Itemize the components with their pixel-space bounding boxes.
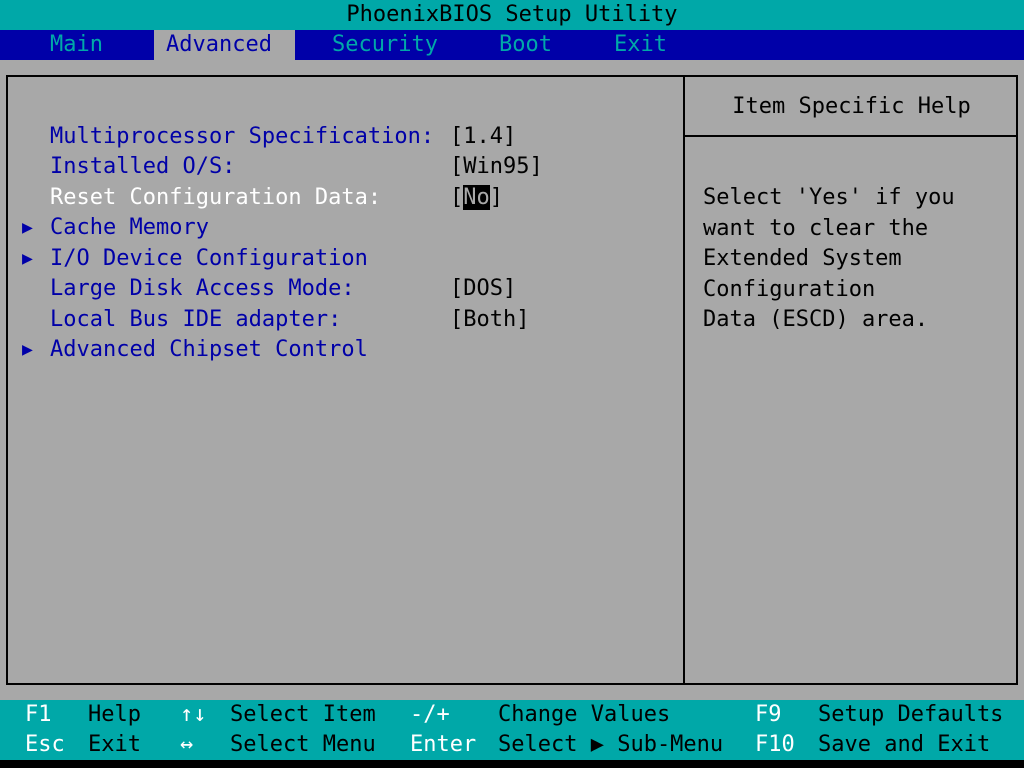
help-line: Data (ESCD) area. [703, 307, 929, 332]
key-action: Save and Exit [818, 732, 991, 757]
key-f1: F1 [25, 702, 52, 727]
setting-label: Advanced Chipset Control [50, 337, 368, 362]
submenu-arrow-icon: ▶ [22, 217, 33, 238]
gap-strip [0, 60, 1024, 75]
key-action: Select Menu [230, 732, 376, 757]
menu-bar: Main Advanced Security Boot Exit [0, 30, 1024, 60]
key-action: Change Values [498, 702, 671, 727]
submenu-arrow-icon: ▶ [22, 339, 33, 360]
menu-main[interactable]: Main [38, 30, 115, 60]
key-action: Help [88, 702, 141, 727]
help-line: Configuration [703, 276, 876, 302]
submenu-chipset[interactable]: ▶ Advanced Chipset Control [0, 335, 683, 365]
setting-label: Reset Configuration Data: [50, 185, 382, 210]
setting-local-bus[interactable]: Local Bus IDE adapter: [Both] [0, 305, 683, 335]
key-action: Select ▶ Sub-Menu [498, 732, 724, 757]
setting-multiprocessor[interactable]: Multiprocessor Specification: [1.4] [0, 122, 683, 152]
key-f9: F9 [755, 702, 782, 727]
key-action: Select Item [230, 702, 376, 727]
key-action: Exit [88, 732, 141, 757]
setting-label: Installed O/S: [50, 154, 236, 179]
title-bar: PhoenixBIOS Setup Utility [0, 0, 1024, 30]
help-line: Select 'Yes' if you [703, 185, 955, 210]
menu-advanced[interactable]: Advanced [154, 30, 295, 60]
frame-margin-right [1018, 75, 1024, 685]
setting-large-disk[interactable]: Large Disk Access Mode: [DOS] [0, 274, 683, 304]
key-left-right-icon: ↔ [180, 732, 194, 757]
key-up-down-icon: ↑↓ [180, 702, 207, 727]
menu-boot[interactable]: Boot [487, 30, 564, 60]
setting-label: Large Disk Access Mode: [50, 276, 355, 301]
key-minus-plus: -/+ [410, 702, 450, 727]
help-divider [685, 135, 1018, 137]
setting-label: Local Bus IDE adapter: [50, 307, 342, 332]
submenu-io-device[interactable]: ▶ I/O Device Configuration [0, 244, 683, 274]
selected-value[interactable]: No [463, 185, 490, 210]
menu-security[interactable]: Security [320, 30, 450, 60]
key-legend: F1 Help ↑↓ Select Item -/+ Change Values… [0, 700, 1024, 760]
submenu-arrow-icon: ▶ [22, 248, 33, 269]
setting-value[interactable]: [No] [450, 183, 503, 213]
help-line: Extended System [703, 246, 902, 271]
setting-value[interactable]: [Win95] [450, 152, 543, 182]
panel-divider [683, 75, 685, 685]
help-line: want to clear the [703, 215, 929, 241]
help-title: Item Specific Help [732, 94, 971, 119]
setting-value[interactable]: [DOS] [450, 274, 516, 304]
setting-label: Multiprocessor Specification: [50, 124, 435, 149]
setting-reset-config[interactable]: Reset Configuration Data: [No] [0, 183, 683, 213]
setting-label: Cache Memory [50, 215, 209, 240]
app-title: PhoenixBIOS Setup Utility [346, 2, 678, 27]
menu-exit[interactable]: Exit [602, 30, 679, 60]
setting-installed-os[interactable]: Installed O/S: [Win95] [0, 152, 683, 182]
bottom-strip [0, 760, 1024, 768]
key-f10: F10 [755, 732, 795, 757]
submenu-cache-memory[interactable]: ▶ Cache Memory [0, 213, 683, 243]
help-text: Select 'Yes' if you want to clear the Ex… [703, 183, 1003, 336]
setting-label: I/O Device Configuration [50, 246, 368, 271]
bracket-close: ] [489, 185, 503, 210]
key-enter: Enter [410, 732, 477, 757]
setting-value[interactable]: [1.4] [450, 122, 516, 152]
setting-value[interactable]: [Both] [450, 305, 529, 335]
key-action: Setup Defaults [818, 702, 1004, 727]
frame-margin-bottom [0, 685, 1024, 700]
bracket-open: [ [450, 185, 464, 210]
key-esc: Esc [25, 732, 65, 757]
